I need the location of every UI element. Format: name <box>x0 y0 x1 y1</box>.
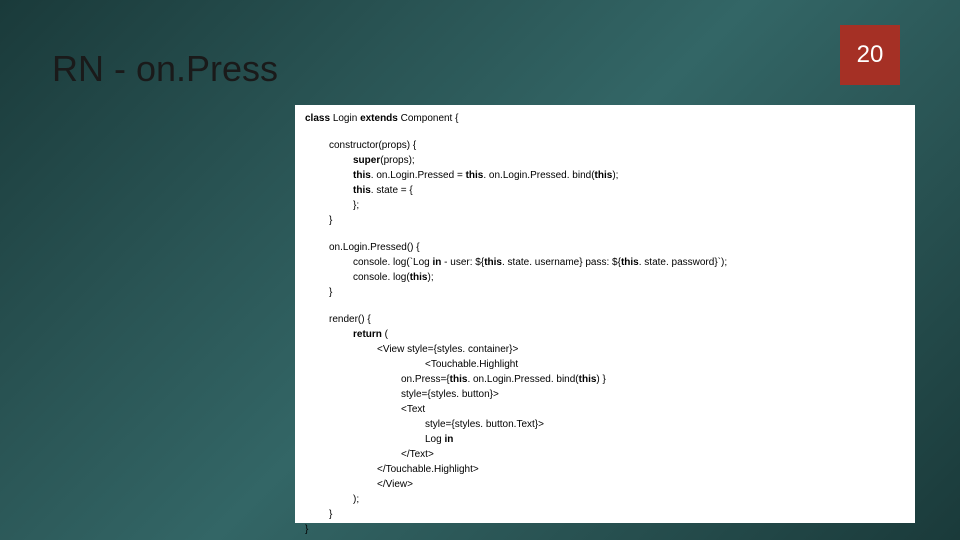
code-line: on.Press={this. on.Login.Pressed. bind(t… <box>305 372 905 387</box>
code-line: console. log(`Log in - user: ${this. sta… <box>305 255 905 270</box>
code-line: render() { <box>305 312 905 327</box>
code-line: console. log(this); <box>305 270 905 285</box>
slide-title: RN - on.Press <box>52 48 278 90</box>
code-line: constructor(props) { <box>305 138 905 153</box>
page-number-badge: 20 <box>840 25 900 85</box>
code-line: this. on.Login.Pressed = this. on.Login.… <box>305 168 905 183</box>
code-line: <View style={styles. container}> <box>305 342 905 357</box>
code-line: <Touchable.Highlight <box>305 357 905 372</box>
code-line: </View> <box>305 477 905 492</box>
code-line: </Touchable.Highlight> <box>305 462 905 477</box>
code-block: class Login extends Component { construc… <box>295 105 915 523</box>
code-line: super(props); <box>305 153 905 168</box>
code-line: } <box>305 507 905 522</box>
code-line: } <box>305 285 905 300</box>
code-line: class Login extends Component { <box>305 111 905 126</box>
page-number: 20 <box>857 41 884 69</box>
code-line: } <box>305 522 905 537</box>
code-line: <Text <box>305 402 905 417</box>
code-line: }; <box>305 198 905 213</box>
code-line: this. state = { <box>305 183 905 198</box>
code-line: return ( <box>305 327 905 342</box>
code-line: style={styles. button}> <box>305 387 905 402</box>
code-line: on.Login.Pressed() { <box>305 240 905 255</box>
code-line: Log in <box>305 432 905 447</box>
code-line: style={styles. button.Text}> <box>305 417 905 432</box>
code-line: } <box>305 213 905 228</box>
code-line: ); <box>305 492 905 507</box>
code-line: </Text> <box>305 447 905 462</box>
